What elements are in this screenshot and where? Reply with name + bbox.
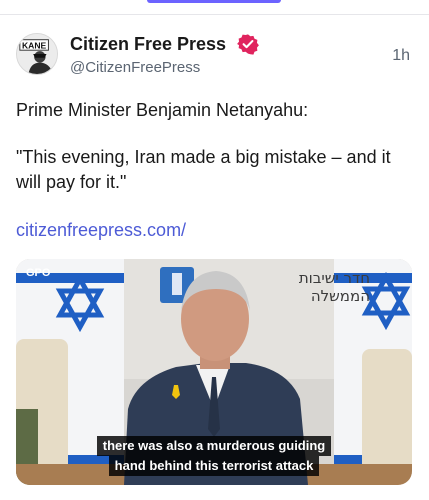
- tab-strip: [0, 0, 429, 14]
- caption-line: there was also a murderous guiding: [96, 436, 332, 456]
- wall-sign-line: חדר ישיבות: [298, 269, 370, 287]
- post-body-line: Prime Minister Benjamin Netanyahu:: [16, 100, 309, 120]
- avatar-label: KANE: [22, 40, 47, 50]
- post-timestamp: 1h: [392, 47, 410, 64]
- post-link[interactable]: citizenfreepress.com/: [16, 220, 186, 241]
- gpo-logo: GPO: [26, 267, 51, 279]
- wall-sign: חדר ישיבות הממשלה: [244, 269, 370, 305]
- wall-sign-line: הממשלה: [310, 287, 370, 305]
- media-video-thumbnail[interactable]: GPO חדר ישיבות הממשלה there was also a m…: [16, 259, 412, 485]
- post-body: Prime Minister Benjamin Netanyahu: "This…: [16, 98, 416, 195]
- user-handle[interactable]: @CitizenFreePress: [70, 59, 200, 77]
- avatar[interactable]: KANE: [16, 33, 58, 75]
- display-name[interactable]: Citizen Free Press: [70, 33, 226, 55]
- header-divider: [0, 14, 429, 15]
- video-caption: there was also a murderous guiding hand …: [16, 436, 412, 476]
- active-tab-indicator: [147, 0, 281, 3]
- verified-badge-icon: [237, 34, 259, 55]
- post-body-quote: "This evening, Iran made a big mistake –…: [16, 147, 391, 192]
- caption-line: hand behind this terrorist attack: [108, 456, 320, 476]
